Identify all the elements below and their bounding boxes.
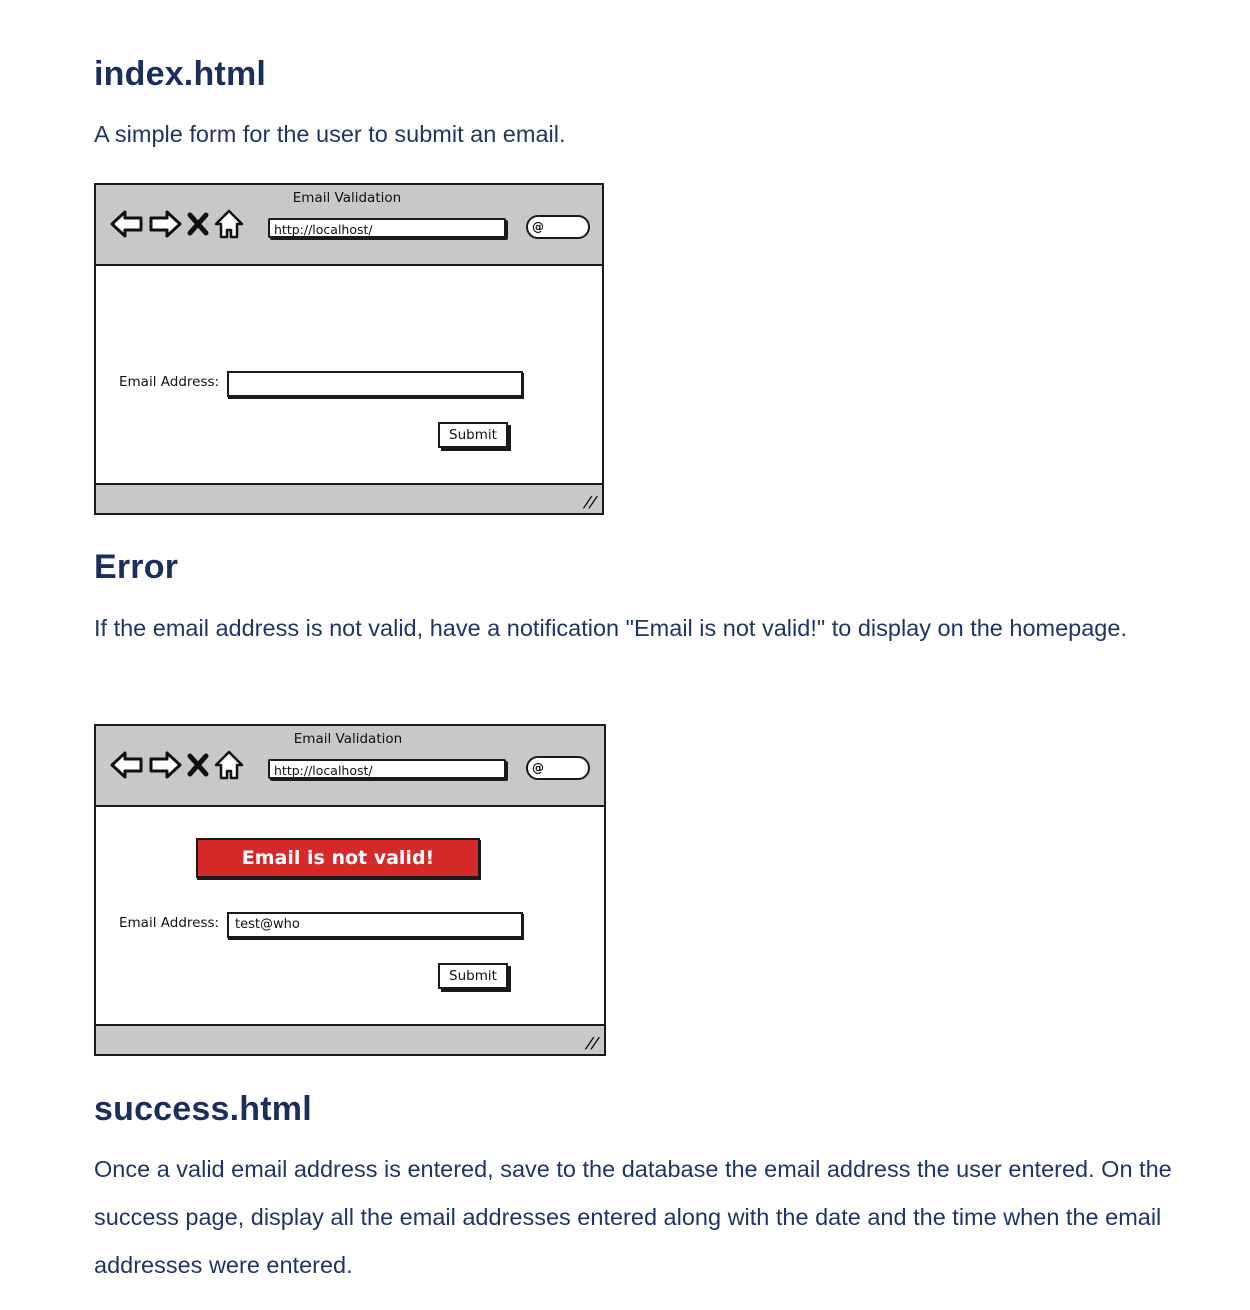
search-icon: @ [532, 761, 544, 775]
browser-toolbar: Email Validation http://localhost/ @ [96, 726, 604, 807]
section-heading-error: Error [94, 548, 179, 586]
search-icon: @ [532, 220, 544, 234]
nav-icons [110, 748, 244, 782]
status-bar: // [96, 1024, 604, 1054]
email-label: Email Address: [119, 915, 220, 931]
forward-arrow-icon [149, 751, 182, 779]
status-bar: // [96, 483, 602, 513]
url-field: http://localhost/ [268, 218, 506, 238]
home-icon [214, 750, 244, 780]
error-alert: Email is not valid! [196, 838, 480, 878]
resize-grip-icon: // [583, 1034, 602, 1052]
section-text-index: A simple form for the user to submit an … [94, 121, 566, 147]
stop-x-icon [187, 753, 209, 777]
back-arrow-icon [110, 210, 143, 238]
email-field: test@who [227, 912, 523, 938]
email-field [227, 371, 523, 397]
search-field: @ [526, 756, 590, 780]
back-arrow-icon [110, 751, 143, 779]
forward-arrow-icon [149, 210, 182, 238]
resize-grip-icon: // [581, 493, 600, 511]
stop-x-icon [187, 212, 209, 236]
browser-toolbar: Email Validation http://localhost/ @ [96, 185, 602, 266]
window-title: Email Validation [292, 190, 402, 206]
url-field: http://localhost/ [268, 759, 506, 779]
window-title: Email Validation [293, 731, 403, 747]
section-heading-index: index.html [94, 55, 267, 93]
section-heading-success: success.html [94, 1090, 312, 1128]
home-icon [214, 209, 244, 239]
browser-mockup-error: Email Validation http://localhost/ @ Ema… [94, 724, 606, 1056]
email-label: Email Address: [119, 374, 220, 390]
submit-button: Submit [438, 963, 508, 989]
section-text-error: If the email address is not valid, have … [94, 615, 1127, 641]
nav-icons [110, 207, 244, 241]
search-field: @ [526, 215, 590, 239]
section-text-success: Once a valid email address is entered, s… [94, 1156, 1172, 1278]
submit-button: Submit [438, 422, 508, 448]
browser-mockup-form: Email Validation http://localhost/ @ Ema… [94, 183, 604, 515]
